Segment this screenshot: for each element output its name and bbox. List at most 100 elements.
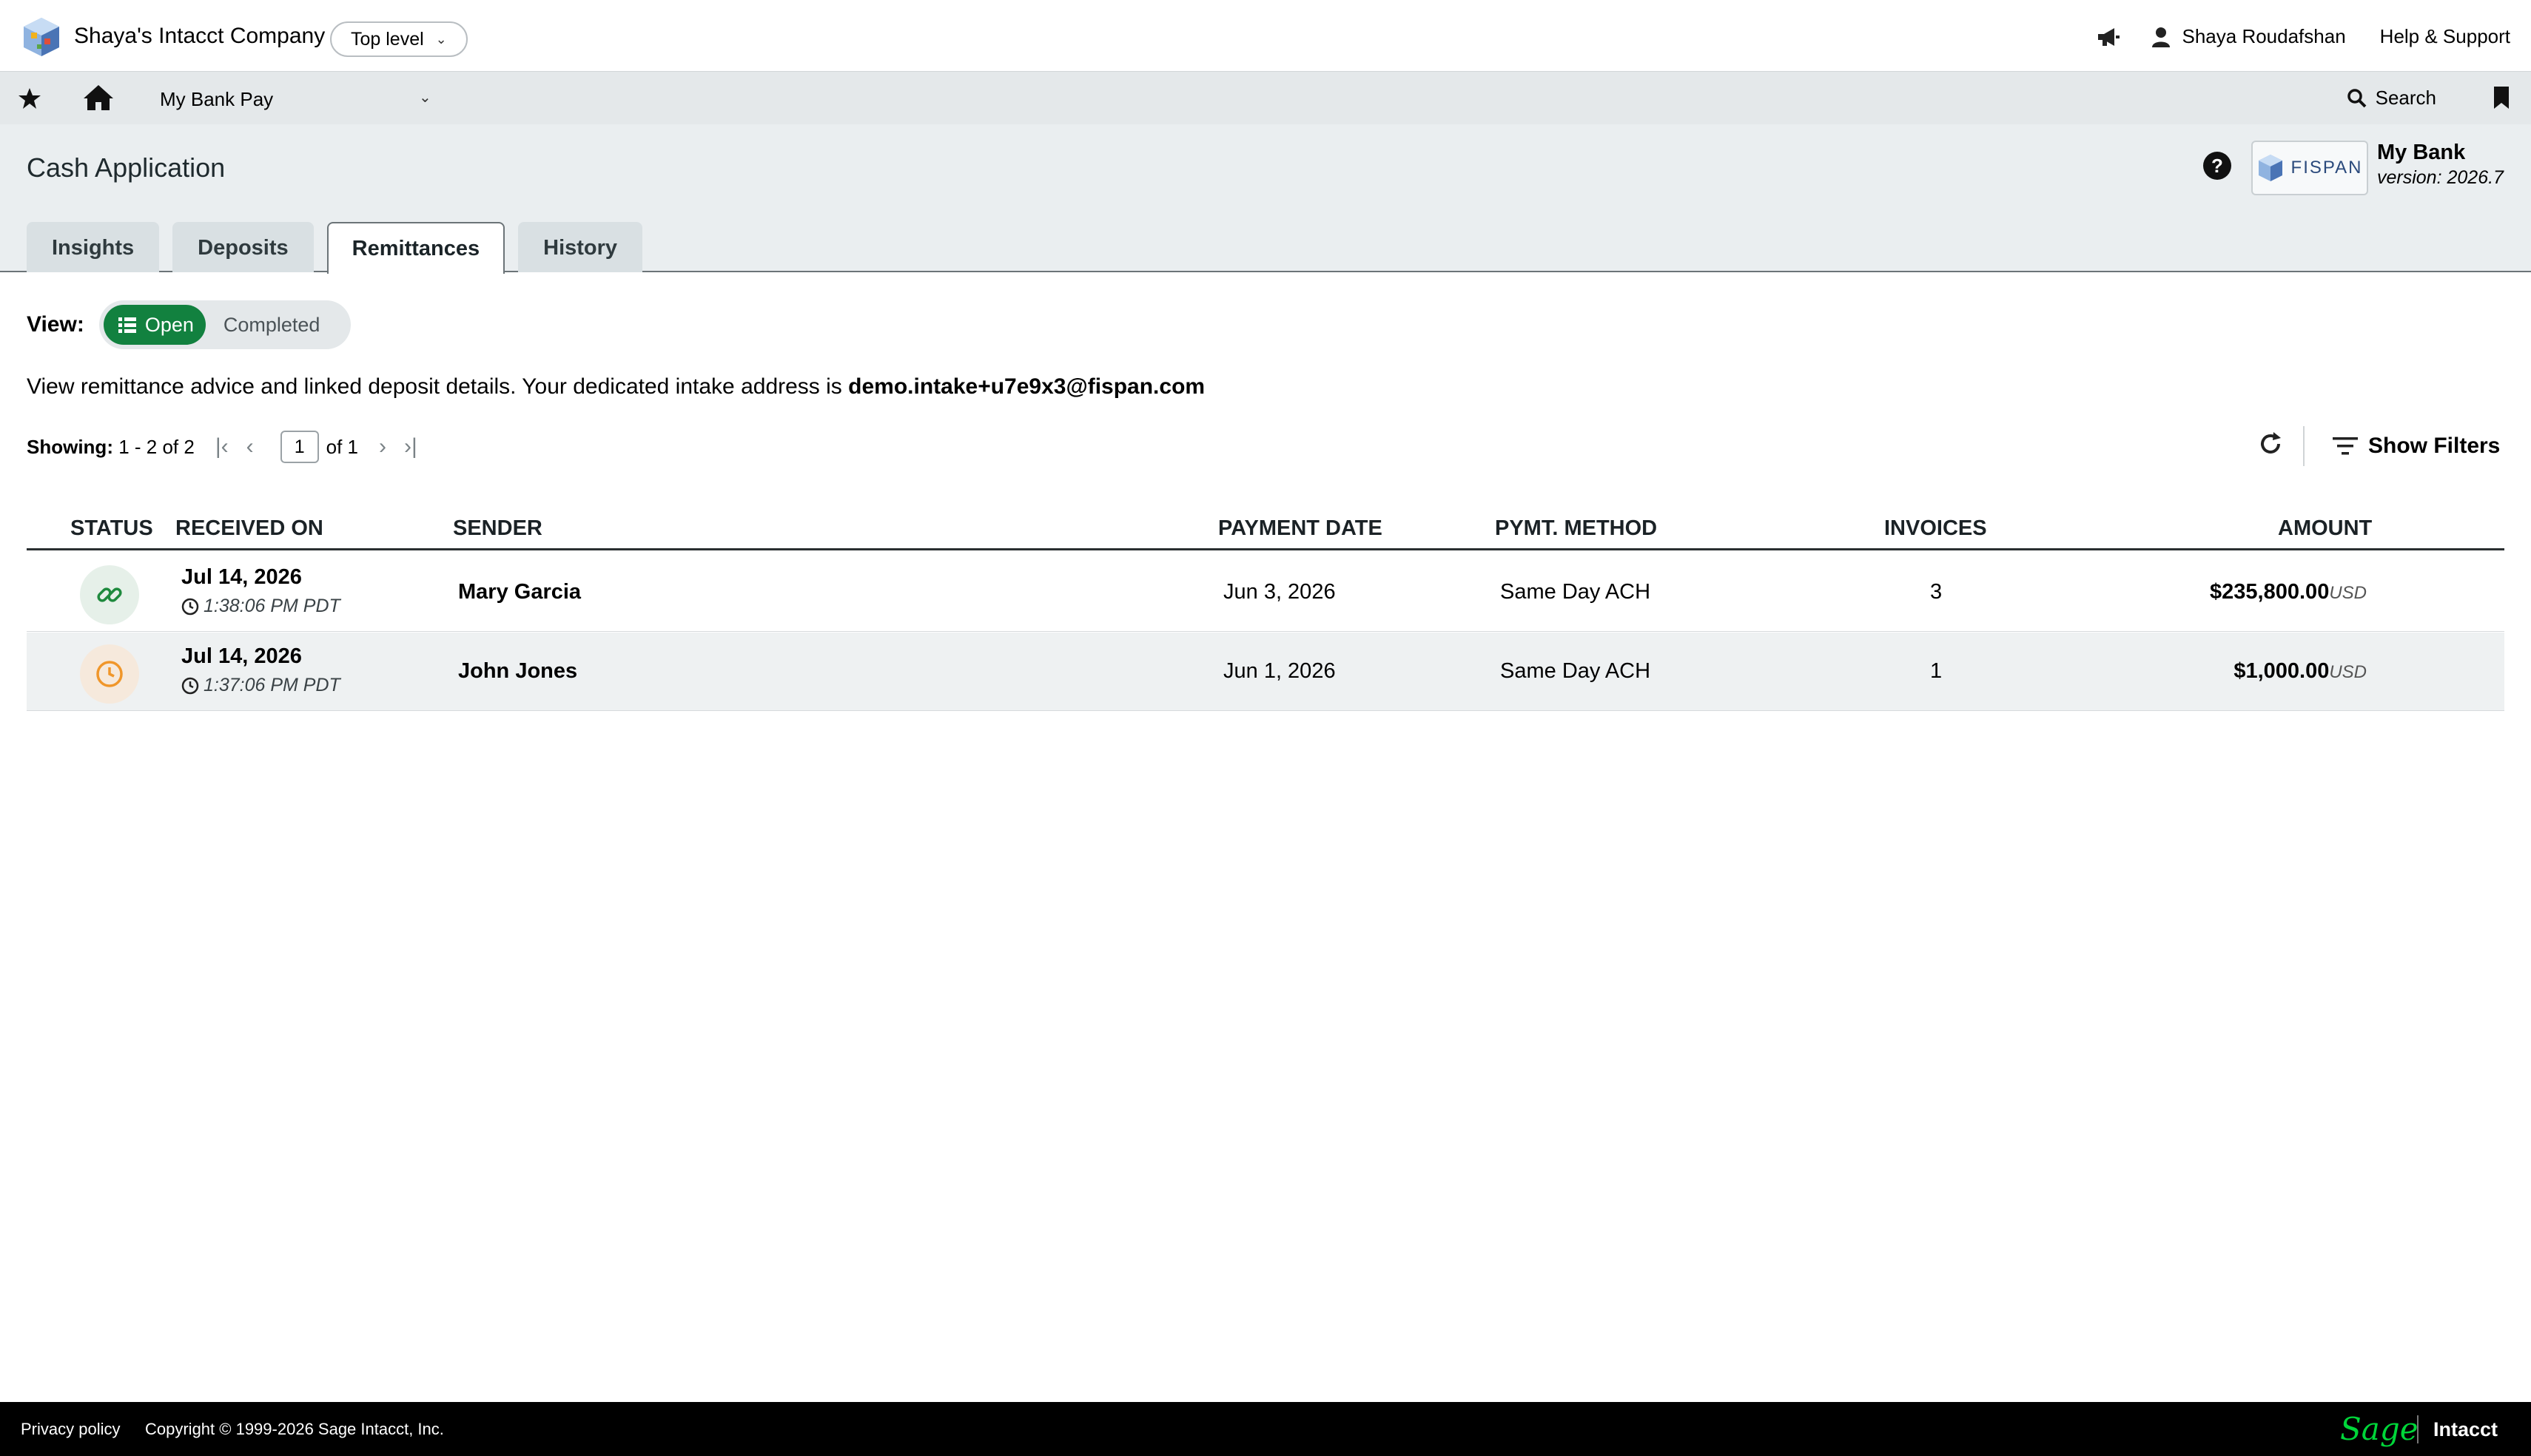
vendor-logo: FISPAN [2251,141,2368,195]
toolbar-divider [2303,426,2305,466]
bank-version: version: 2026.7 [2377,167,2504,188]
description-text: View remittance advice and linked deposi… [27,374,1205,400]
payment-date-cell: Jun 3, 2026 [1223,580,1336,604]
page-number-input[interactable]: 1 [280,431,319,463]
chevron-down-icon: ⌄ [435,31,447,47]
received-date: Jul 14, 2026 [181,565,302,589]
received-on-cell: Jul 14, 2026 1:38:06 PM PDT [181,565,340,617]
clock-icon [181,598,199,615]
col-amount[interactable]: AMOUNT [2278,516,2372,541]
intake-email: demo.intake+u7e9x3@fispan.com [848,374,1206,399]
tab-remittances[interactable]: Remittances [326,222,505,274]
view-open-label: Open [144,313,194,336]
filter-icon [2333,437,2358,455]
amount-cell: $235,800.00USD [2210,580,2367,604]
amount-currency: USD [2329,662,2367,682]
footer-divider [2417,1415,2419,1443]
view-label: View: [27,312,84,337]
nav-bar: My Bank Pay ⌄ Search [0,71,2531,124]
home-icon[interactable] [83,84,114,112]
table-row[interactable]: Jul 14, 2026 1:37:06 PM PDT John Jones J… [27,633,2504,711]
fispan-logo-icon [2258,155,2282,181]
search-label: Search [2375,87,2436,109]
status-badge [80,565,139,624]
star-icon[interactable] [18,87,41,110]
view-open-option[interactable]: Open [103,305,206,345]
sender-cell[interactable]: John Jones [458,659,577,684]
top-right-actions: Shaya Roudafshan Help & Support [2097,25,2510,48]
prev-page-icon[interactable]: ‹ [246,434,254,459]
tab-bar: Insights Deposits Remittances History [27,222,643,274]
showing-range-value: 1 - 2 of 2 [118,435,195,458]
sage-logo: Sage [2340,1411,2419,1447]
tab-deposits[interactable]: Deposits [172,222,314,272]
col-status[interactable]: STATUS [70,516,153,541]
list-icon [118,317,136,333]
received-on-cell: Jul 14, 2026 1:37:06 PM PDT [181,644,340,696]
search-icon [2347,88,2367,107]
col-received-on[interactable]: RECEIVED ON [175,516,323,541]
clock-icon [181,677,199,694]
view-toggle: Open Completed [98,300,352,349]
view-completed-option[interactable]: Completed [209,305,347,345]
show-filters-button[interactable]: Show Filters [2333,434,2500,459]
page-title: Cash Application [27,152,226,183]
status-badge [80,644,139,704]
privacy-policy-link[interactable]: Privacy policy [21,1420,120,1439]
company-logo-icon[interactable] [22,16,61,58]
received-time-text: 1:38:06 PM PDT [204,596,340,616]
col-payment-date[interactable]: PAYMENT DATE [1218,516,1382,541]
search-button[interactable]: Search [2347,87,2436,109]
next-page-icon[interactable]: › [379,434,386,459]
company-name[interactable]: Shaya's Intacct Company [74,24,325,49]
amount-cell: $1,000.00USD [2233,659,2367,684]
entity-level-label: Top level [351,28,424,50]
col-payment-method[interactable]: PYMT. METHOD [1495,516,1657,541]
tab-insights[interactable]: Insights [27,222,160,272]
page-header: Cash Application ? FISPAN My Bank versio… [0,124,2531,274]
help-icon[interactable]: ? [2202,151,2232,181]
tab-history[interactable]: History [518,222,643,272]
refresh-icon[interactable] [2257,431,2284,457]
app-selector-label[interactable]: My Bank Pay [160,88,273,111]
invoices-cell: 3 [1930,580,1943,604]
first-page-icon[interactable]: |‹ [215,434,229,459]
page-count: of 1 [326,435,359,458]
vendor-logo-text: FISPAN [2290,158,2363,178]
svg-text:?: ? [2211,155,2223,177]
chevron-down-icon[interactable]: ⌄ [419,88,431,107]
bank-name: My Bank [2377,141,2466,164]
user-icon [2151,27,2170,47]
megaphone-icon[interactable] [2097,27,2120,47]
description-body: View remittance advice and linked deposi… [27,374,849,399]
clock-icon [96,661,123,687]
last-page-icon[interactable]: ›| [404,434,417,459]
user-menu[interactable]: Shaya Roudafshan [2182,25,2346,48]
sender-cell[interactable]: Mary Garcia [458,580,581,604]
copyright-text: Copyright © 1999-2026 Sage Intacct, Inc. [145,1420,444,1438]
table-header: STATUS RECEIVED ON SENDER PAYMENT DATE P… [27,512,2504,550]
col-invoices[interactable]: INVOICES [1884,516,1987,541]
help-support-link[interactable]: Help & Support [2380,25,2510,48]
col-sender[interactable]: SENDER [453,516,542,541]
showing-label: Showing: [27,435,113,458]
link-icon [97,587,122,602]
entity-level-dropdown[interactable]: Top level ⌄ [330,21,468,57]
bookmark-icon[interactable] [2493,85,2510,110]
table-row[interactable]: Jul 14, 2026 1:38:06 PM PDT Mary Garcia … [27,553,2504,632]
amount-currency: USD [2329,583,2367,603]
amount-value: $235,800.00 [2210,580,2330,604]
footer: Privacy policy Copyright © 1999-2026 Sag… [0,1402,2531,1456]
payment-date-cell: Jun 1, 2026 [1223,659,1336,683]
amount-value: $1,000.00 [2233,659,2330,683]
intacct-logo: Intacct [2433,1418,2498,1440]
payment-method-cell: Same Day ACH [1500,659,1651,683]
received-time: 1:38:06 PM PDT [181,596,340,617]
received-time: 1:37:06 PM PDT [181,675,340,696]
view-row: View: Open Completed [27,300,352,349]
received-time-text: 1:37:06 PM PDT [204,675,340,695]
pagination: Showing: 1 - 2 of 2 |‹ ‹ 1 of 1 › ›| [27,431,417,463]
show-filters-label: Show Filters [2368,434,2501,458]
received-date: Jul 14, 2026 [181,644,302,668]
payment-method-cell: Same Day ACH [1500,580,1651,604]
